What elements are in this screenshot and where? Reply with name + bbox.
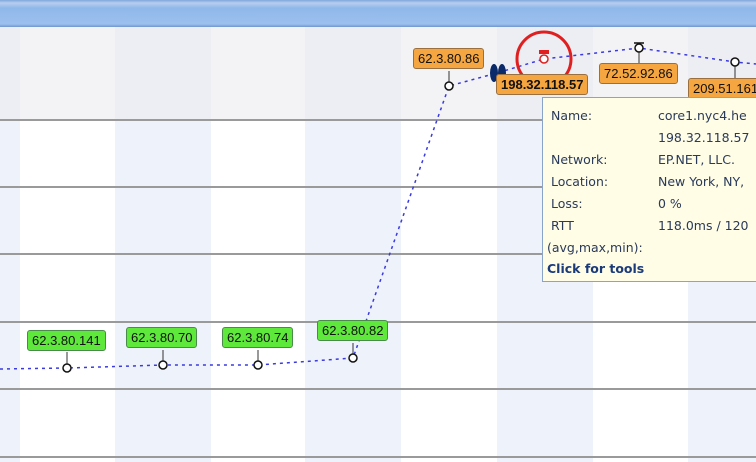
hop-label-selected[interactable]: 198.32.118.57	[496, 74, 589, 95]
hop-label[interactable]: 209.51.161	[688, 78, 756, 99]
hop-label[interactable]: 72.52.92.86	[599, 63, 678, 84]
selected-hop-node	[539, 54, 549, 64]
tools-link[interactable]: Click for tools	[547, 261, 644, 276]
network-value: EP.NET, LLC.	[658, 152, 735, 167]
hop-node	[730, 57, 740, 67]
location-value: New York, NY,	[658, 174, 745, 189]
hop-node	[348, 353, 358, 363]
hop-label[interactable]: 62.3.80.141	[27, 330, 106, 351]
hop-label[interactable]: 62.3.80.86	[413, 48, 485, 69]
hop-node	[444, 81, 454, 91]
rtt-sub-label: (avg,max,min):	[547, 240, 643, 255]
hop-label[interactable]: 62.3.80.82	[317, 320, 389, 341]
hop-label[interactable]: 62.3.80.74	[222, 327, 294, 348]
hop-node	[634, 43, 644, 53]
hop-node	[253, 360, 263, 370]
hop-node	[62, 363, 72, 373]
network-label: Network:	[551, 152, 608, 167]
hop-label[interactable]: 62.3.80.70	[126, 327, 198, 348]
loss-label: Loss:	[551, 196, 583, 211]
hop-node	[158, 360, 168, 370]
name-label: Name:	[551, 108, 593, 123]
name-value: core1.nyc4.he	[658, 108, 747, 123]
rtt-label: RTT	[551, 218, 574, 233]
location-label: Location:	[551, 174, 609, 189]
ip-value: 198.32.118.57	[658, 130, 750, 145]
hop-tooltip: Name: core1.nyc4.he 198.32.118.57 Networ…	[542, 97, 756, 282]
loss-value: 0 %	[658, 196, 682, 211]
rtt-value: 118.0ms / 120	[658, 218, 749, 233]
